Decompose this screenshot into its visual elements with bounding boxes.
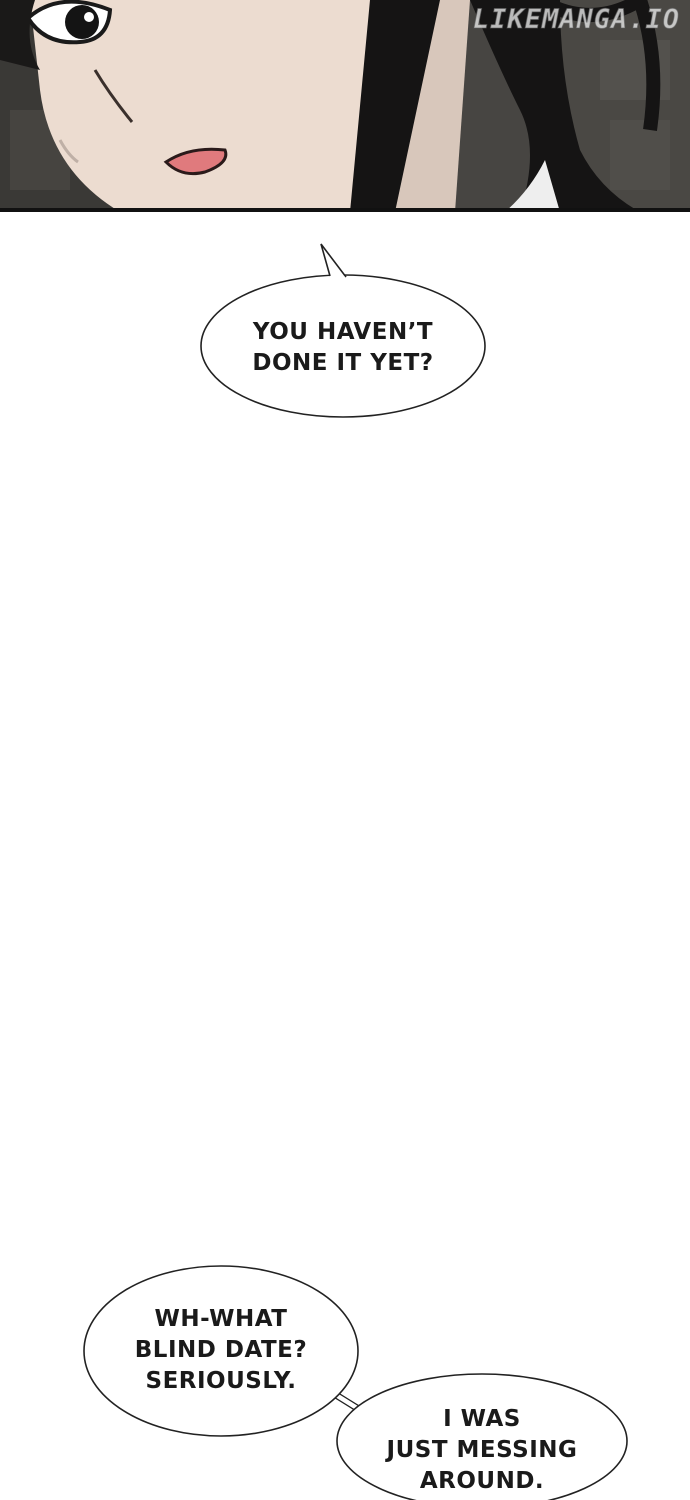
speech-bubble-2-text: WH-WHAT BLIND DATE? SERIOUSLY.	[134, 1306, 308, 1394]
speech-bubbles-layer	[83, 243, 628, 1500]
speech-bubble-1-text: YOU HAVEN’T DONE IT YET?	[252, 319, 434, 376]
panel-border	[0, 208, 690, 212]
watermark-text: LIKEMANGA.IO	[472, 4, 680, 36]
speech-bubble-3-text: I WAS JUST MESSING AROUND.	[386, 1406, 578, 1494]
comic-panel: LIKEMANGA.IO	[0, 0, 690, 212]
